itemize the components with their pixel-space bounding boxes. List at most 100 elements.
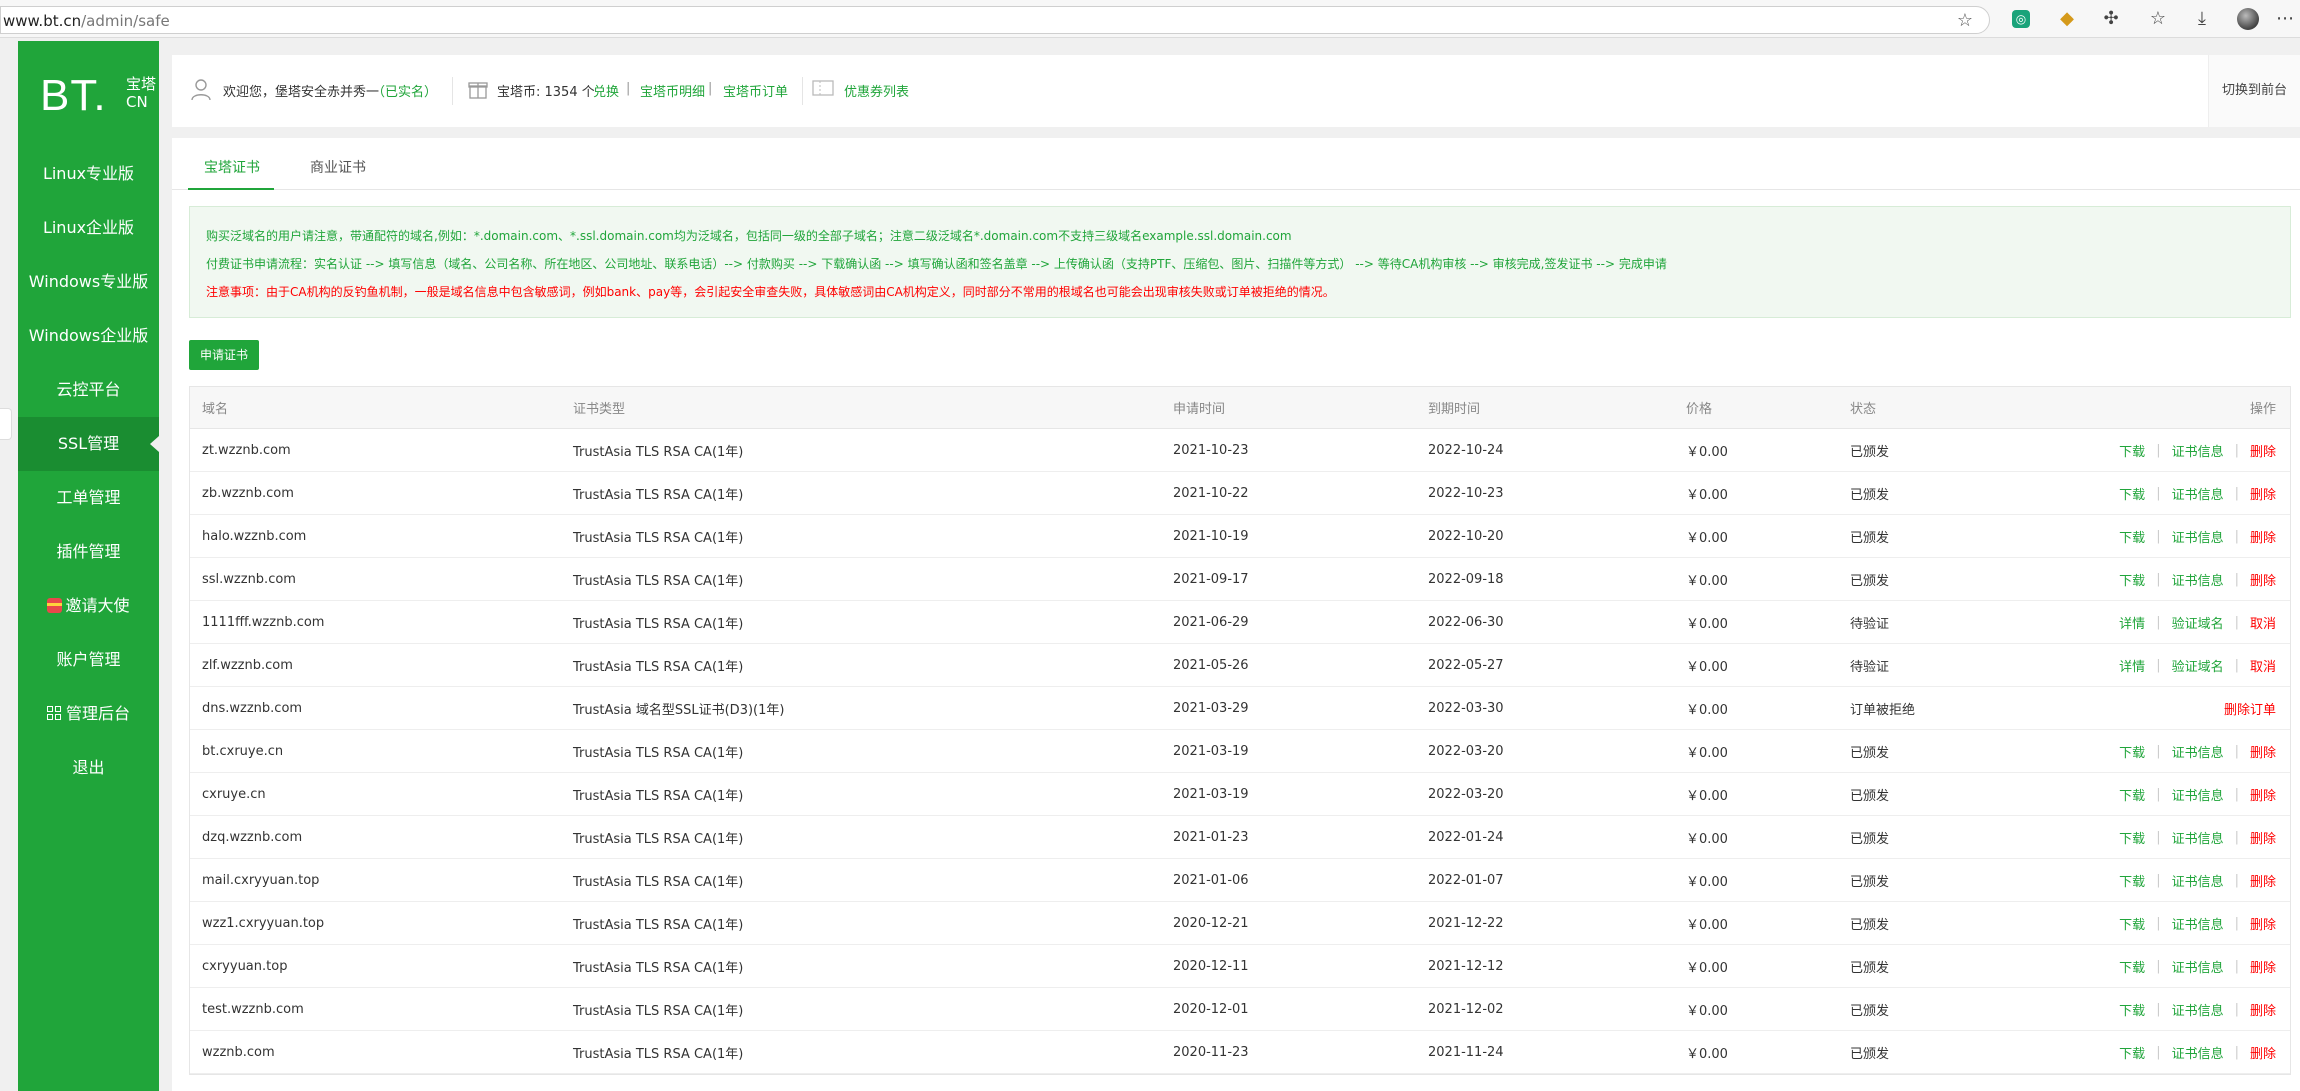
sidebar-item-label: 插件管理 bbox=[56, 542, 121, 561]
tab-commercial-cert[interactable]: 商业证书 bbox=[310, 157, 366, 177]
cell-status: 已颁发 bbox=[1850, 573, 1890, 589]
row-action-delete[interactable]: 删除 bbox=[2250, 785, 2276, 804]
row-action-secondary[interactable]: 证书信息 bbox=[2172, 484, 2224, 503]
row-action-secondary[interactable]: 证书信息 bbox=[2172, 828, 2224, 847]
row-action-primary[interactable]: 下载 bbox=[2119, 742, 2145, 761]
coin-orders-link[interactable]: 宝塔币订单 bbox=[723, 81, 788, 100]
row-action-delete[interactable]: 取消 bbox=[2250, 656, 2276, 675]
row-action-secondary[interactable]: 证书信息 bbox=[2172, 527, 2224, 546]
row-action-delete[interactable]: 删除 bbox=[2250, 914, 2276, 933]
tab-bt-cert[interactable]: 宝塔证书 bbox=[204, 157, 260, 177]
row-action-primary[interactable]: 详情 bbox=[2119, 656, 2145, 675]
apply-cert-button[interactable]: 申请证书 bbox=[189, 340, 259, 370]
row-action-primary[interactable]: 下载 bbox=[2119, 1000, 2145, 1019]
row-action-secondary[interactable]: 证书信息 bbox=[2172, 742, 2224, 761]
cell-apply-time: 2021-09-17 bbox=[1173, 571, 1249, 587]
row-action-primary[interactable]: 下载 bbox=[2119, 914, 2145, 933]
header-domain: 域名 bbox=[202, 402, 229, 417]
action-separator: | bbox=[2156, 657, 2161, 673]
puzzle-extensions-icon[interactable]: ✣ bbox=[2100, 8, 2122, 30]
row-action-delete[interactable]: 删除 bbox=[2250, 441, 2276, 460]
cell-price: ￥0.00 bbox=[1686, 659, 1728, 675]
row-action-primary[interactable]: 下载 bbox=[2119, 785, 2145, 804]
address-bar[interactable]: www.bt.cn/admin/safe ☆ bbox=[0, 6, 1990, 34]
sidebar-item-plugins[interactable]: 插件管理 bbox=[18, 525, 159, 579]
sidebar-item-account[interactable]: 账户管理 bbox=[18, 633, 159, 687]
table-row: zlf.wzznb.com TrustAsia TLS RSA CA(1年) 202… bbox=[190, 644, 2290, 687]
row-action-primary[interactable]: 下载 bbox=[2119, 1043, 2145, 1062]
row-action-delete[interactable]: 删除 bbox=[2250, 1000, 2276, 1019]
sidebar-item-ssl[interactable]: SSL管理 bbox=[18, 417, 159, 471]
sidebar-item-invite[interactable]: 邀请大使 bbox=[18, 579, 159, 633]
row-action-primary[interactable]: 下载 bbox=[2119, 828, 2145, 847]
row-action-delete[interactable]: 删除 bbox=[2250, 1043, 2276, 1062]
sidebar-item-windows-pro[interactable]: Windows专业版 bbox=[18, 255, 159, 309]
sidebar-item-linux-enterprise[interactable]: Linux企业版 bbox=[18, 201, 159, 255]
add-favorite-icon[interactable]: ☆ bbox=[1957, 10, 1973, 31]
row-action-secondary[interactable]: 证书信息 bbox=[2172, 570, 2224, 589]
sidebar-item-linux-pro[interactable]: Linux专业版 bbox=[18, 147, 159, 201]
row-action-primary[interactable]: 下载 bbox=[2119, 957, 2145, 976]
sidebar-item-label: Linux企业版 bbox=[42, 218, 135, 237]
cell-apply-time: 2020-12-21 bbox=[1173, 915, 1249, 931]
cell-domain: mail.cxryyuan.top bbox=[202, 872, 320, 888]
sidebar-item-windows-enterprise[interactable]: Windows企业版 bbox=[18, 309, 159, 363]
favorites-icon[interactable]: ☆ bbox=[2147, 8, 2169, 30]
row-action-secondary[interactable]: 证书信息 bbox=[2172, 871, 2224, 890]
action-separator: | bbox=[2156, 571, 2161, 587]
row-action-delete[interactable]: 取消 bbox=[2250, 613, 2276, 632]
side-handle[interactable] bbox=[0, 408, 12, 440]
cell-expire-time: 2022-03-20 bbox=[1428, 786, 1504, 802]
switch-to-frontend-button[interactable]: 切换到前台 bbox=[2208, 55, 2300, 127]
profile-avatar[interactable] bbox=[2237, 8, 2259, 30]
header-status: 状态 bbox=[1850, 402, 1877, 417]
more-menu-icon[interactable]: ⋯ bbox=[2274, 8, 2296, 30]
cell-status: 待验证 bbox=[1850, 616, 1890, 632]
sidebar-item-tickets[interactable]: 工单管理 bbox=[18, 471, 159, 525]
download-icon[interactable]: ⤓ bbox=[2191, 8, 2213, 30]
logo-text: BT. bbox=[40, 71, 107, 120]
row-action-delete[interactable]: 删除 bbox=[2250, 957, 2276, 976]
row-action-secondary[interactable]: 证书信息 bbox=[2172, 1000, 2224, 1019]
sidebar-item-cloud-control[interactable]: 云控平台 bbox=[18, 363, 159, 417]
row-action-delete[interactable]: 删除 bbox=[2250, 570, 2276, 589]
action-separator: | bbox=[2234, 915, 2239, 931]
row-action-delete[interactable]: 删除订单 bbox=[2224, 699, 2276, 718]
coupons-link[interactable]: 优惠券列表 bbox=[844, 81, 909, 100]
row-action-delete[interactable]: 删除 bbox=[2250, 527, 2276, 546]
bt-logo[interactable]: BT. 宝塔 CN bbox=[40, 71, 156, 121]
sidebar-item-label: Linux专业版 bbox=[42, 164, 135, 183]
exchange-link[interactable]: 兑换 bbox=[593, 81, 619, 100]
sidebar-item-admin[interactable]: 管理后台 bbox=[18, 687, 159, 741]
extension-icon[interactable]: ◎ bbox=[2012, 10, 2030, 28]
sidebar-item-logout[interactable]: 退出 bbox=[18, 741, 159, 795]
row-action-delete[interactable]: 删除 bbox=[2250, 484, 2276, 503]
row-action-secondary[interactable]: 证书信息 bbox=[2172, 957, 2224, 976]
header-price: 价格 bbox=[1686, 402, 1713, 417]
action-separator: | bbox=[2234, 743, 2239, 759]
row-action-delete[interactable]: 删除 bbox=[2250, 871, 2276, 890]
row-action-primary[interactable]: 下载 bbox=[2119, 484, 2145, 503]
row-action-delete[interactable]: 删除 bbox=[2250, 742, 2276, 761]
row-action-delete[interactable]: 删除 bbox=[2250, 828, 2276, 847]
cell-expire-time: 2022-01-07 bbox=[1428, 872, 1504, 888]
row-action-primary[interactable]: 下载 bbox=[2119, 441, 2145, 460]
row-action-secondary[interactable]: 证书信息 bbox=[2172, 1043, 2224, 1062]
row-action-secondary[interactable]: 验证域名 bbox=[2172, 613, 2224, 632]
row-action-primary[interactable]: 下载 bbox=[2119, 871, 2145, 890]
row-action-secondary[interactable]: 证书信息 bbox=[2172, 914, 2224, 933]
notice-wildcard: 购买泛域名的用户请注意，带通配符的域名,例如：*.domain.com、*.ss… bbox=[206, 229, 1292, 243]
coin-detail-link[interactable]: 宝塔币明细 bbox=[640, 81, 705, 100]
shield-extension-icon[interactable]: ◆ bbox=[2056, 8, 2078, 30]
notice-box: 购买泛域名的用户请注意，带通配符的域名,例如：*.domain.com、*.ss… bbox=[189, 206, 2291, 318]
cell-status: 已颁发 bbox=[1850, 487, 1890, 503]
cell-cert-type: TrustAsia 域名型SSL证书(D3)(1年) bbox=[573, 702, 785, 718]
row-action-primary[interactable]: 详情 bbox=[2119, 613, 2145, 632]
row-action-secondary[interactable]: 证书信息 bbox=[2172, 441, 2224, 460]
sidebar-item-label: SSL管理 bbox=[57, 434, 120, 453]
cell-expire-time: 2022-10-20 bbox=[1428, 528, 1504, 544]
row-action-primary[interactable]: 下载 bbox=[2119, 527, 2145, 546]
row-action-secondary[interactable]: 证书信息 bbox=[2172, 785, 2224, 804]
row-action-primary[interactable]: 下载 bbox=[2119, 570, 2145, 589]
row-action-secondary[interactable]: 验证域名 bbox=[2172, 656, 2224, 675]
